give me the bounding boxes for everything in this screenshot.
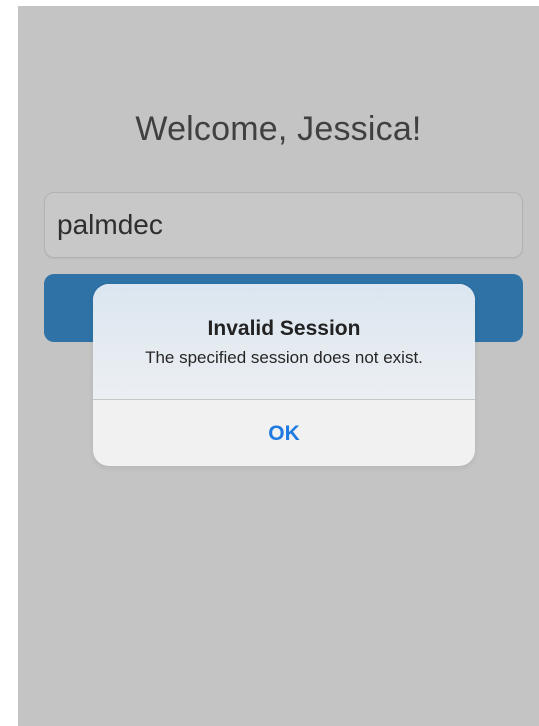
invalid-session-alert: Invalid Session The specified session do…	[93, 284, 475, 466]
alert-title: Invalid Session	[207, 317, 361, 340]
alert-ok-button[interactable]: OK	[93, 401, 475, 466]
alert-content: Invalid Session The specified session do…	[93, 284, 475, 400]
session-input[interactable]	[44, 192, 523, 258]
app-screen: Welcome, Jessica! Invalid Session The sp…	[18, 6, 539, 726]
alert-message: The specified session does not exist.	[145, 348, 423, 367]
welcome-heading: Welcome, Jessica!	[135, 110, 422, 148]
